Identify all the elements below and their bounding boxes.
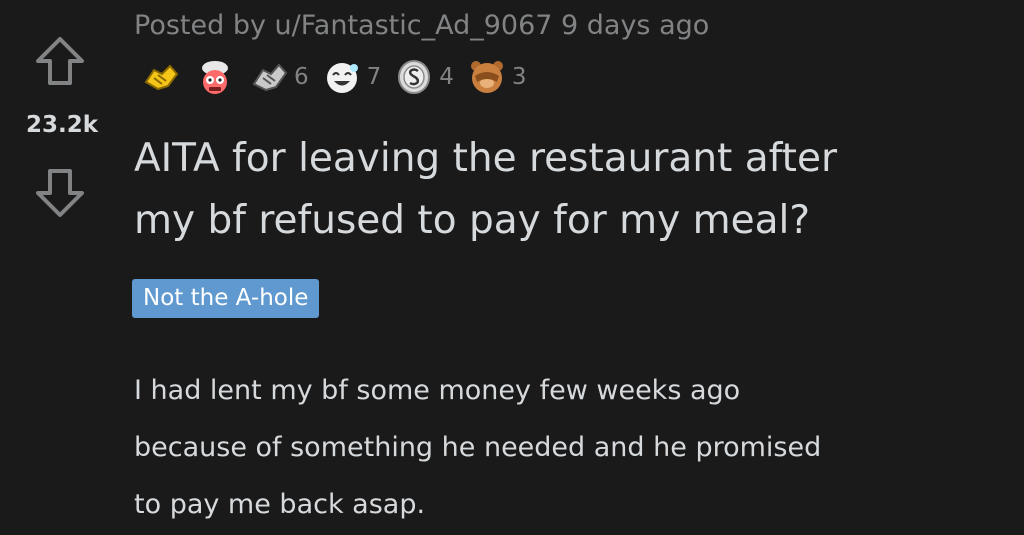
downvote-arrow-icon[interactable] bbox=[34, 166, 86, 218]
award-count: 6 bbox=[294, 64, 309, 90]
post-title-line: AITA for leaving the restaurant after bbox=[134, 136, 837, 181]
post-flair[interactable]: Not the A-hole bbox=[132, 279, 320, 318]
post-body-line: I had lent my bf some money few weeks ag… bbox=[134, 375, 741, 406]
post-meta[interactable]: Posted by u/Fantastic_Ad_9067 9 days ago bbox=[134, 10, 709, 41]
award-handshake[interactable] bbox=[140, 56, 182, 98]
award-count: 3 bbox=[511, 64, 527, 90]
post-body-line: because of something he needed and he pr… bbox=[134, 432, 822, 463]
fist-bump-award-icon bbox=[248, 56, 290, 98]
upvote-arrow-icon[interactable] bbox=[34, 36, 86, 88]
award-mind-blown[interactable] bbox=[194, 56, 236, 98]
award-facepalm[interactable]: 3 bbox=[466, 56, 527, 98]
award-fist-bump[interactable]: 6 bbox=[248, 56, 309, 98]
vote-score: 23.2k bbox=[25, 112, 99, 138]
post-body-line: to pay me back asap. bbox=[134, 489, 426, 520]
handshake-award-icon bbox=[140, 56, 182, 98]
laughing-face-award-icon bbox=[321, 56, 363, 98]
mind-blown-award-icon bbox=[194, 56, 236, 98]
post-title[interactable]: AITA for leaving the restaurant after my… bbox=[134, 128, 1014, 252]
post-title-line: my bf refused to pay for my meal? bbox=[134, 198, 811, 243]
awards-row[interactable]: 6 7 4 3 bbox=[140, 56, 539, 98]
award-laughing[interactable]: 7 bbox=[321, 56, 382, 98]
award-count: 7 bbox=[366, 64, 382, 90]
silver-coin-award-icon bbox=[393, 56, 435, 98]
facepalm-bear-award-icon bbox=[466, 56, 508, 98]
award-count: 4 bbox=[439, 64, 454, 90]
award-silver[interactable]: 4 bbox=[393, 56, 454, 98]
post-body: I had lent my bf some money few weeks ag… bbox=[134, 362, 1014, 533]
reddit-post: 23.2k Posted by u/Fantastic_Ad_9067 9 da… bbox=[0, 0, 1024, 535]
